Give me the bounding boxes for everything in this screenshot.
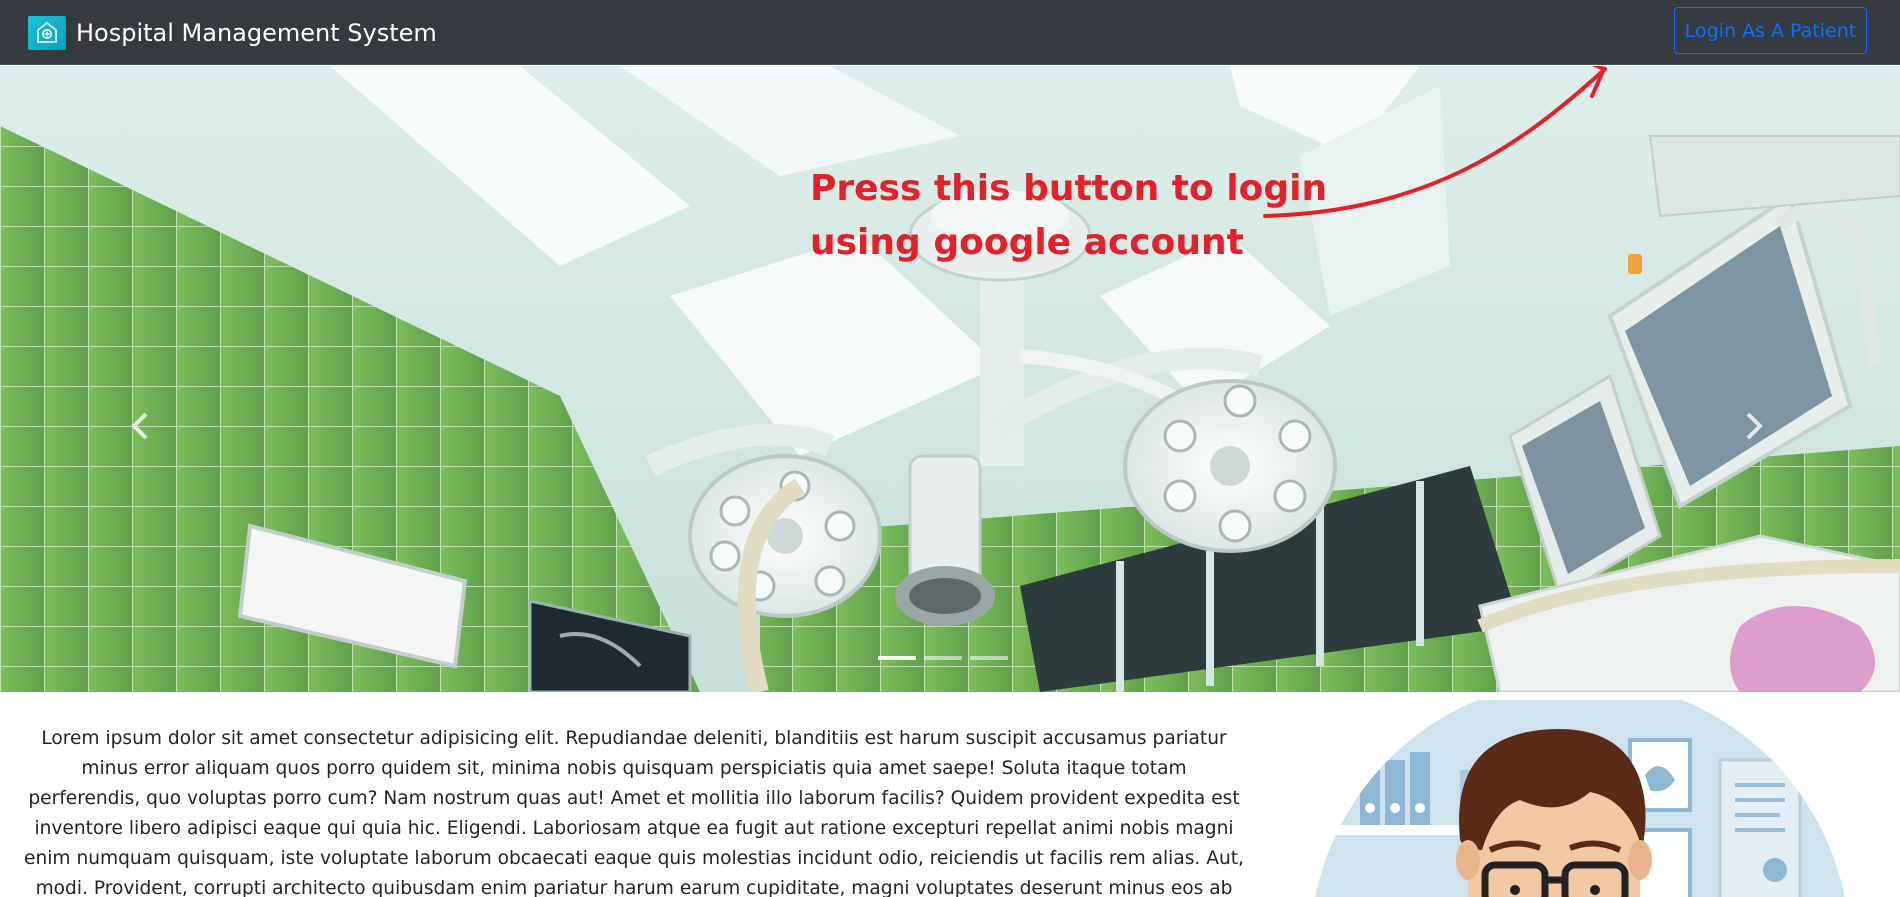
login-as-patient-button[interactable]: Login As A Patient <box>1674 7 1867 54</box>
login-instruction-annotation: Press this button to login using google … <box>810 162 1327 270</box>
brand-name: Hospital Management System <box>76 19 437 47</box>
doctor-illustration <box>1310 700 1850 897</box>
hero-carousel: Press this button to login using google … <box>0 66 1900 692</box>
intro-paragraph: Lorem ipsum dolor sit amet consectetur a… <box>24 728 1244 897</box>
carousel-indicator-1[interactable] <box>878 656 916 660</box>
operating-room-image <box>0 66 1900 692</box>
carousel-indicator-3[interactable] <box>970 656 1008 660</box>
hospital-logo-icon <box>28 16 66 50</box>
carousel-indicator-2[interactable] <box>924 656 962 660</box>
chevron-right-icon <box>1746 412 1763 440</box>
annotation-line-2: using google account <box>810 222 1244 263</box>
carousel-indicators <box>878 656 1008 660</box>
chevron-left-icon <box>131 412 148 440</box>
annotation-line-1: Press this button to login <box>810 168 1328 209</box>
carousel-prev-button[interactable] <box>120 396 160 456</box>
top-navbar: Hospital Management System Login As A Pa… <box>0 0 1900 65</box>
brand-link[interactable]: Hospital Management System <box>28 15 437 51</box>
intro-section: Lorem ipsum dolor sit amet consectetur a… <box>0 692 1900 897</box>
carousel-next-button[interactable] <box>1734 396 1774 456</box>
